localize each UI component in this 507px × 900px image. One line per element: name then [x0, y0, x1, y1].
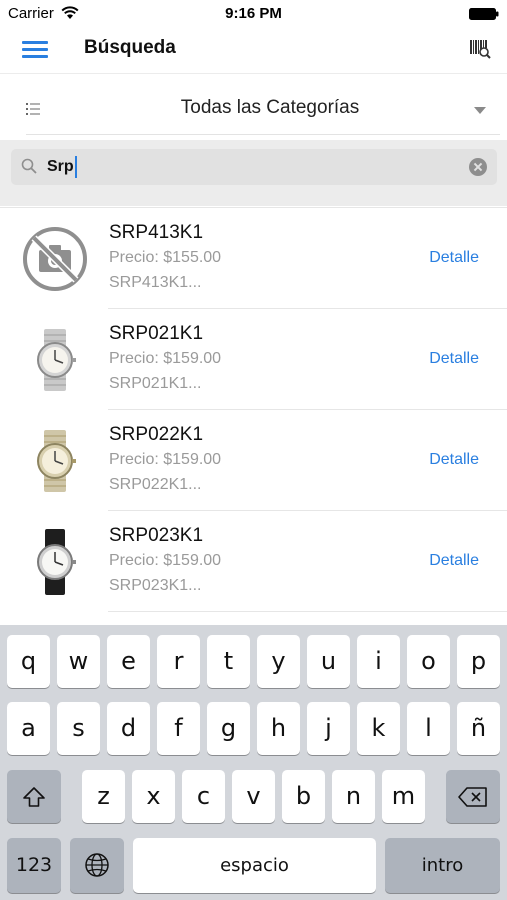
key-m[interactable]: m [382, 770, 425, 823]
key-f[interactable]: f [157, 702, 200, 755]
product-price: Precio: $159.00 [109, 552, 222, 569]
product-list: SRP413K1 Precio: $155.00 SRP413K1... Det… [0, 207, 507, 625]
product-name: SRP022K1 [109, 424, 204, 445]
globe-icon [85, 853, 109, 877]
return-key[interactable]: intro [385, 838, 500, 893]
space-key[interactable]: espacio [133, 838, 376, 893]
product-price: Precio: $155.00 [109, 249, 222, 266]
detail-link[interactable]: Detalle [429, 552, 479, 570]
product-name: SRP021K1 [109, 323, 204, 344]
key-y[interactable]: y [257, 635, 300, 688]
battery-icon [469, 8, 499, 20]
chevron-down-icon [474, 107, 486, 114]
key-c[interactable]: c [182, 770, 225, 823]
two-tone-watch-image [37, 430, 76, 492]
backspace-key[interactable] [446, 770, 500, 823]
product-name: SRP023K1 [109, 525, 204, 546]
nav-bar: Búsqueda [0, 28, 507, 74]
product-description: SRP021K1... [109, 375, 202, 392]
key-b[interactable]: b [282, 770, 325, 823]
category-selector[interactable]: Todas las Categorías [26, 80, 500, 135]
search-icon [21, 158, 37, 174]
product-description: SRP022K1... [109, 476, 202, 493]
product-price: Precio: $159.00 [109, 451, 222, 468]
detail-link[interactable]: Detalle [429, 350, 479, 368]
key-i[interactable]: i [357, 635, 400, 688]
list-item[interactable]: SRP413K1 Precio: $155.00 SRP413K1... Det… [0, 208, 507, 309]
key-d[interactable]: d [107, 702, 150, 755]
hamburger-menu-icon[interactable] [22, 40, 48, 60]
key-p[interactable]: p [457, 635, 500, 688]
product-price: Precio: $159.00 [109, 350, 222, 367]
key-n[interactable]: n [332, 770, 375, 823]
key-n-tilde[interactable]: ñ [457, 702, 500, 755]
list-item[interactable]: SRP021K1 Precio: $159.00 SRP021K1... Det… [0, 309, 507, 410]
key-t[interactable]: t [207, 635, 250, 688]
search-input-value: Srp [47, 158, 74, 175]
leather-watch-image [37, 529, 76, 595]
key-w[interactable]: w [57, 635, 100, 688]
detail-link[interactable]: Detalle [429, 451, 479, 469]
key-q[interactable]: q [7, 635, 50, 688]
product-name: SRP413K1 [109, 222, 204, 243]
key-j[interactable]: j [307, 702, 350, 755]
no-photo-icon [23, 227, 87, 291]
numbers-key[interactable]: 123 [7, 838, 61, 893]
shift-key[interactable] [7, 770, 61, 823]
category-label: Todas las Categorías [180, 97, 360, 118]
category-bar: Todas las Categorías [0, 74, 507, 140]
search-input[interactable]: Srp [47, 156, 77, 178]
globe-key[interactable] [70, 838, 124, 893]
key-k[interactable]: k [357, 702, 400, 755]
product-description: SRP413K1... [109, 274, 202, 291]
key-a[interactable]: a [7, 702, 50, 755]
silver-watch-image [37, 329, 76, 391]
key-h[interactable]: h [257, 702, 300, 755]
detail-link[interactable]: Detalle [429, 249, 479, 267]
clear-icon[interactable] [469, 158, 487, 176]
row-divider [108, 611, 507, 612]
key-r[interactable]: r [157, 635, 200, 688]
key-x[interactable]: x [132, 770, 175, 823]
key-g[interactable]: g [207, 702, 250, 755]
key-e[interactable]: e [107, 635, 150, 688]
product-description: SRP023K1... [109, 577, 202, 594]
key-s[interactable]: s [57, 702, 100, 755]
page-title: Búsqueda [84, 37, 176, 58]
search-field[interactable]: Srp [11, 149, 497, 185]
text-caret [74, 156, 77, 178]
list-item[interactable]: SRP022K1 Precio: $159.00 SRP022K1... Det… [0, 410, 507, 511]
backspace-icon [458, 787, 487, 807]
key-o[interactable]: o [407, 635, 450, 688]
list-item[interactable]: SRP023K1 Precio: $159.00 SRP023K1... Det… [0, 511, 507, 612]
key-u[interactable]: u [307, 635, 350, 688]
shift-arrow-icon [23, 787, 45, 807]
key-z[interactable]: z [82, 770, 125, 823]
keyboard: q w e r t y u i o p a s d f g h j k l ñ … [0, 625, 507, 900]
status-bar: Carrier 9:16 PM [0, 0, 507, 28]
search-section: Srp [0, 140, 507, 206]
key-l[interactable]: l [407, 702, 450, 755]
status-time: 9:16 PM [225, 5, 282, 22]
barcode-scan-icon[interactable] [469, 38, 491, 60]
key-v[interactable]: v [232, 770, 275, 823]
